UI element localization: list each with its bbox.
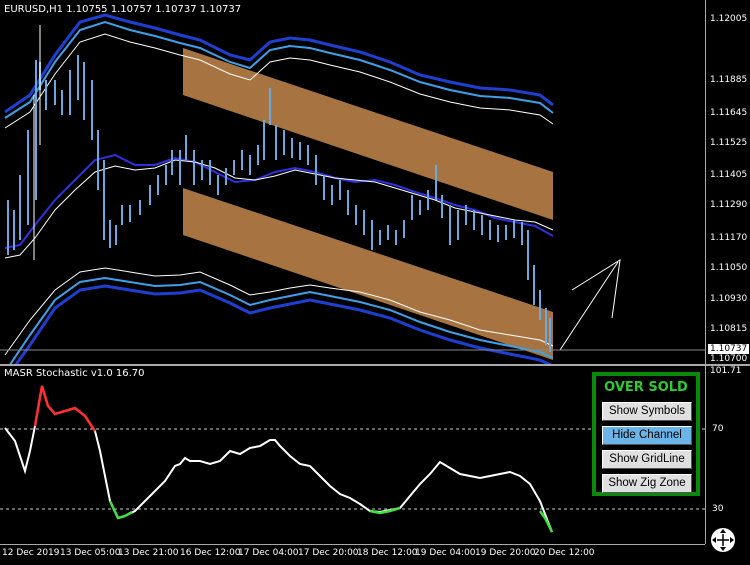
lower-channel-band <box>183 188 553 360</box>
projection-line <box>559 261 619 351</box>
current-price-tag: 1.10737 <box>708 344 750 354</box>
time-axis-label: 19 Dec 04:00 <box>415 548 476 558</box>
time-axis-label: 13 Dec 05:00 <box>60 548 121 558</box>
price-axis-label: 1.11290 <box>710 200 748 210</box>
price-axis-label: 1.11885 <box>710 75 748 85</box>
price-axis-label: 1.11405 <box>710 170 748 180</box>
zoom-icon[interactable] <box>708 525 738 555</box>
time-axis-label: 12 Dec 2019 <box>2 548 60 558</box>
price-axis-label: 1.11170 <box>710 233 748 243</box>
time-axis-label: 16 Dec 12:00 <box>180 548 241 558</box>
show-symbols-button[interactable]: Show Symbols <box>602 402 692 421</box>
price-axis-label: 1.11050 <box>710 263 748 273</box>
time-axis-label: 19 Dec 20:00 <box>475 548 536 558</box>
time-axis-label: 18 Dec 12:00 <box>357 548 418 558</box>
control-panel: OVER SOLD Show Symbols Hide Channel Show… <box>592 372 700 496</box>
price-axis-label: 1.10930 <box>710 294 748 304</box>
price-axis-label: 1.12005 <box>710 14 748 24</box>
indicator-axis-label: 30 <box>712 504 724 514</box>
show-zig-zone-button[interactable]: Show Zig Zone <box>602 474 692 493</box>
indicator-axis-label: 70 <box>712 424 724 434</box>
show-gridline-button[interactable]: Show GridLine <box>602 450 692 469</box>
price-chart-pane[interactable]: EURUSD,H1 1.10755 1.10757 1.10737 1.1073… <box>0 0 705 381</box>
price-axis-label: 1.11525 <box>710 138 748 148</box>
status-badge: OVER SOLD <box>604 380 688 395</box>
stochastic-line <box>4 385 553 533</box>
indicator-axis-label: 101.71 <box>710 366 742 376</box>
time-axis-label: 17 Dec 04:00 <box>238 548 299 558</box>
time-axis-label: 17 Dec 20:00 <box>298 548 359 558</box>
stochastic-overbought-segment <box>33 385 97 432</box>
price-axis-label: 1.10700 <box>710 354 748 364</box>
indicator-axis[interactable]: 101.71 70 30 <box>705 366 750 544</box>
price-chart-svg <box>0 13 705 381</box>
hide-channel-button[interactable]: Hide Channel <box>602 426 692 445</box>
indicator-title: MASR Stochastic v1.0 16.70 <box>4 368 145 379</box>
price-axis-label: 1.11645 <box>710 108 748 118</box>
time-axis-label: 20 Dec 12:00 <box>534 548 595 558</box>
symbol-title: EURUSD,H1 1.10755 1.10757 1.10737 1.1073… <box>4 4 242 15</box>
price-axis-label: 1.10815 <box>710 324 748 334</box>
projection-lines <box>571 259 621 319</box>
time-axis-label: 13 Dec 21:00 <box>118 548 179 558</box>
price-axis[interactable]: 1.12005 1.11885 1.11645 1.11525 1.11405 … <box>705 0 750 364</box>
upper-channel-band <box>183 48 553 220</box>
